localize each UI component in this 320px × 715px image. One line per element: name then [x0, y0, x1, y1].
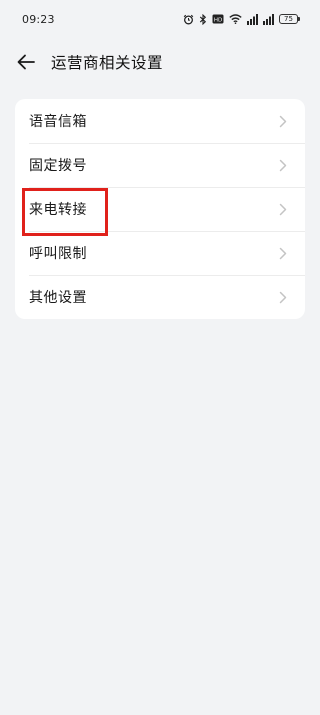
- status-icons: HD 75: [183, 13, 300, 25]
- chevron-right-icon: [279, 203, 287, 215]
- hd-icon: HD: [212, 14, 224, 24]
- chevron-right-icon: [279, 115, 287, 127]
- settings-item-call-barring[interactable]: 呼叫限制: [15, 231, 305, 275]
- bluetooth-icon: [199, 13, 207, 25]
- settings-item-label: 来电转接: [29, 202, 87, 218]
- back-arrow-icon: [17, 54, 35, 70]
- settings-item-label: 其他设置: [29, 290, 87, 306]
- page-title: 运营商相关设置: [51, 54, 164, 72]
- chevron-right-icon: [279, 291, 287, 303]
- settings-item-label: 语音信箱: [29, 114, 87, 130]
- signal-1-icon: [247, 13, 258, 25]
- chevron-right-icon: [279, 247, 287, 259]
- alarm-icon: [183, 14, 194, 24]
- settings-item-fixed-dialing[interactable]: 固定拨号: [15, 143, 305, 187]
- settings-item-other[interactable]: 其他设置: [15, 275, 305, 319]
- settings-item-call-forwarding[interactable]: 来电转接: [15, 187, 305, 231]
- wifi-icon: [229, 14, 242, 24]
- battery-icon: 75: [279, 14, 300, 24]
- settings-item-label: 固定拨号: [29, 158, 87, 174]
- status-time: 09:23: [22, 12, 55, 26]
- page-header: 运营商相关设置: [0, 44, 320, 80]
- svg-text:HD: HD: [214, 17, 222, 23]
- settings-item-voicemail[interactable]: 语音信箱: [15, 99, 305, 143]
- battery-level: 75: [279, 14, 298, 24]
- settings-item-label: 呼叫限制: [29, 246, 87, 262]
- settings-list: 语音信箱 固定拨号 来电转接 呼叫限制 其他设置: [15, 99, 305, 319]
- status-bar: 09:23 HD 75: [0, 0, 320, 38]
- chevron-right-icon: [279, 159, 287, 171]
- signal-2-icon: [263, 13, 274, 25]
- back-button[interactable]: [15, 51, 37, 73]
